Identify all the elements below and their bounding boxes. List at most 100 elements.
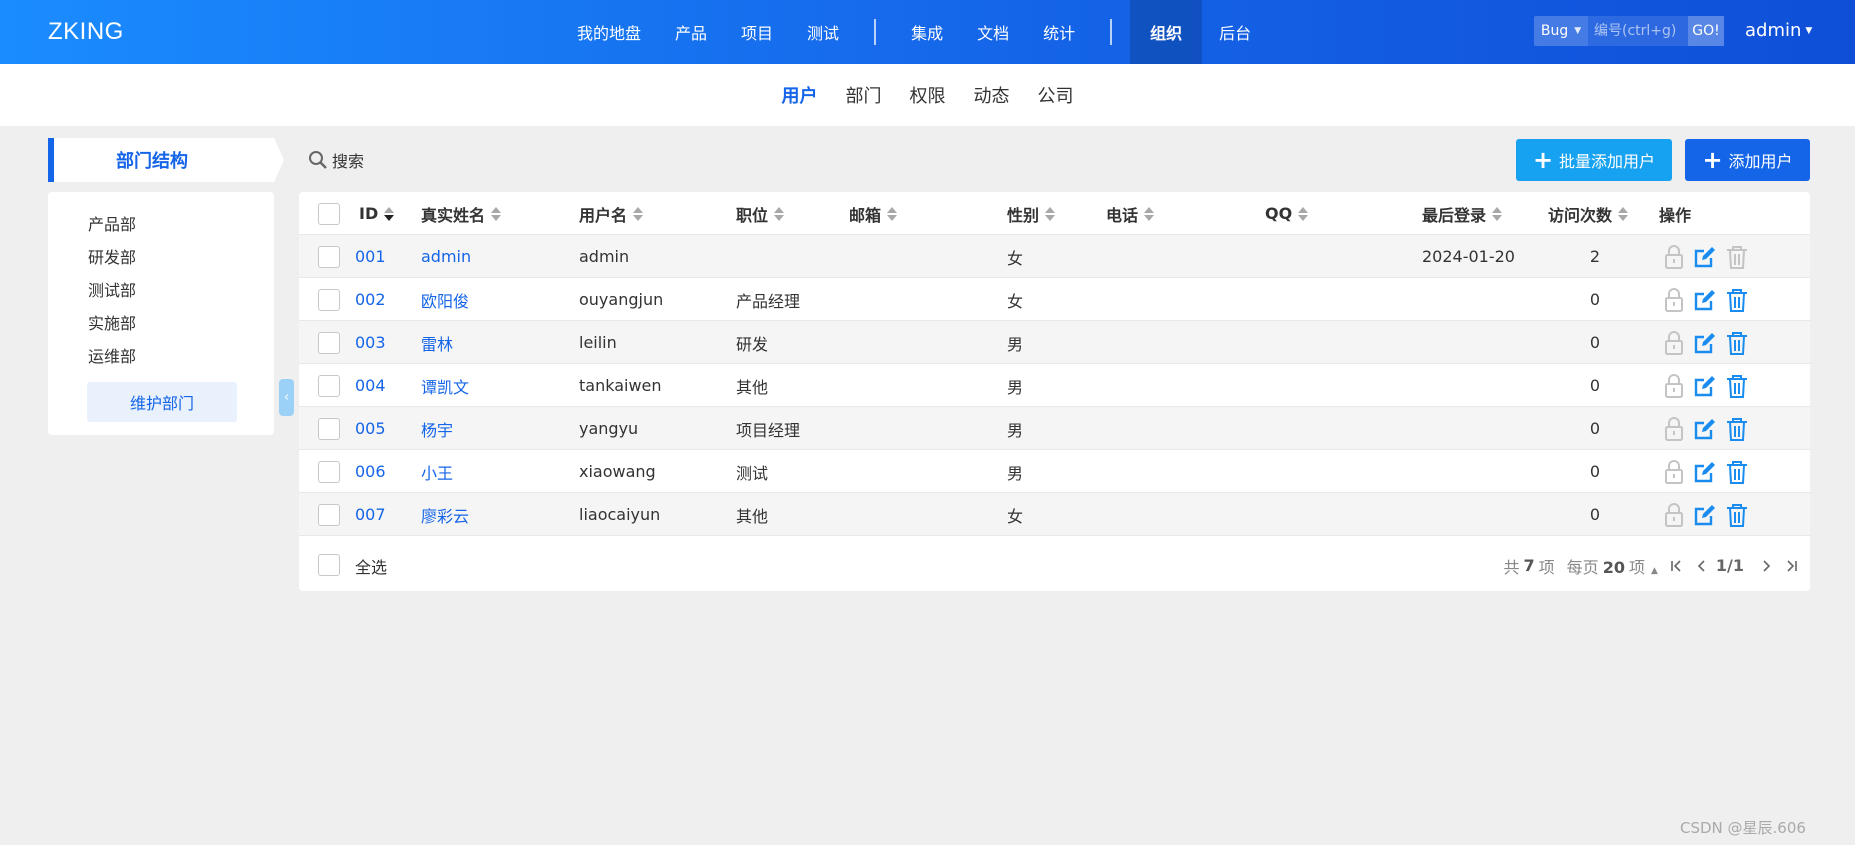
unlock-button[interactable] [1663, 330, 1685, 356]
collapse-sidebar-button[interactable]: ‹ [279, 379, 294, 416]
edit-button[interactable] [1693, 460, 1717, 484]
col-phone[interactable]: 电话 [1106, 192, 1155, 235]
row-checkbox[interactable] [318, 504, 340, 526]
cell-visits: 0 [1589, 376, 1601, 395]
search-toggle[interactable]: 搜索 [308, 148, 364, 172]
nav-company[interactable]: 组织 [1130, 0, 1203, 64]
cell-realname[interactable]: 杨宇 [421, 407, 453, 450]
dept-item[interactable]: 实施部 [88, 310, 136, 334]
nav-doc[interactable]: 文档 [960, 0, 1026, 64]
subnav-company[interactable]: 公司 [1024, 82, 1088, 108]
subnav-dept[interactable]: 部门 [832, 82, 896, 108]
cell-realname[interactable]: 雷林 [421, 321, 453, 364]
edit-button[interactable] [1693, 245, 1717, 269]
prev-page-button[interactable] [1696, 559, 1708, 573]
cell-id[interactable]: 007 [355, 493, 386, 536]
col-role[interactable]: 职位 [736, 192, 785, 235]
dept-item[interactable]: 产品部 [88, 211, 136, 235]
row-checkbox[interactable] [318, 332, 340, 354]
row-checkbox[interactable] [318, 375, 340, 397]
unlock-button[interactable] [1663, 373, 1685, 399]
row-checkbox[interactable] [318, 418, 340, 440]
sub-nav: 用户 部门 权限 动态 公司 [0, 64, 1855, 126]
cell-id[interactable]: 002 [355, 278, 386, 321]
pager-size[interactable]: 每页 20 项 ▲ [1567, 554, 1658, 578]
nav-product[interactable]: 产品 [658, 0, 724, 64]
brand-logo[interactable]: ZKING [48, 18, 124, 46]
col-id[interactable]: ID [359, 192, 395, 235]
cell-id[interactable]: 006 [355, 450, 386, 493]
dept-item[interactable]: 研发部 [88, 244, 136, 268]
col-qq[interactable]: QQ [1265, 192, 1309, 235]
next-page-button[interactable] [1760, 559, 1772, 573]
add-user-button[interactable]: + 添加用户 [1685, 139, 1810, 181]
object-type-select[interactable]: Bug ▼ [1534, 16, 1588, 46]
cell-id[interactable]: 005 [355, 407, 386, 450]
nav-project[interactable]: 项目 [724, 0, 790, 64]
delete-button[interactable] [1725, 502, 1749, 528]
edit-icon [1694, 289, 1715, 310]
nav-test[interactable]: 测试 [790, 0, 856, 64]
user-menu[interactable]: admin ▼ [1745, 20, 1812, 41]
select-all-checkbox[interactable] [318, 554, 340, 576]
cell-realname[interactable]: 欧阳俊 [421, 278, 469, 321]
lock-icon [1665, 459, 1683, 484]
subnav-user[interactable]: 用户 [768, 82, 832, 108]
edit-button[interactable] [1693, 331, 1717, 355]
cell-username: leilin [579, 333, 617, 352]
nav-ci[interactable]: 集成 [894, 0, 960, 64]
row-checkbox[interactable] [318, 246, 340, 268]
nav-report[interactable]: 统计 [1026, 0, 1092, 64]
go-button[interactable]: GO! [1688, 16, 1724, 46]
unlock-button[interactable] [1663, 459, 1685, 485]
search-icon [309, 151, 327, 169]
select-all-checkbox-header[interactable] [318, 203, 340, 225]
subnav-priv[interactable]: 权限 [896, 82, 960, 108]
dept-item[interactable]: 测试部 [88, 277, 136, 301]
cell-realname[interactable]: 谭凯文 [421, 364, 469, 407]
dept-item[interactable]: 运维部 [88, 343, 136, 367]
row-actions [1663, 493, 1749, 536]
select-all-label[interactable]: 全选 [355, 540, 387, 591]
unlock-button[interactable] [1663, 287, 1685, 313]
col-last-login[interactable]: 最后登录 [1422, 192, 1503, 235]
first-page-button[interactable] [1670, 559, 1684, 573]
cell-id[interactable]: 001 [355, 235, 386, 278]
cell-realname[interactable]: admin [421, 235, 471, 278]
col-visits-label: 访问次数 [1548, 205, 1613, 225]
unlock-button[interactable] [1663, 244, 1685, 270]
delete-button[interactable] [1725, 244, 1749, 270]
unlock-button[interactable] [1663, 502, 1685, 528]
delete-button[interactable] [1725, 373, 1749, 399]
delete-button[interactable] [1725, 330, 1749, 356]
edit-button[interactable] [1693, 288, 1717, 312]
row-checkbox[interactable] [318, 461, 340, 483]
object-id-input[interactable] [1588, 16, 1688, 46]
row-checkbox[interactable] [318, 289, 340, 311]
batch-add-user-button[interactable]: + 批量添加用户 [1516, 139, 1672, 181]
col-username[interactable]: 用户名 [579, 192, 644, 235]
cell-realname[interactable]: 小王 [421, 450, 453, 493]
col-realname[interactable]: 真实姓名 [421, 192, 502, 235]
subnav-dynamic[interactable]: 动态 [960, 82, 1024, 108]
cell-id[interactable]: 004 [355, 364, 386, 407]
cell-realname[interactable]: 廖彩云 [421, 493, 469, 536]
edit-button[interactable] [1693, 417, 1717, 441]
nav-my[interactable]: 我的地盘 [560, 0, 658, 64]
nav-admin[interactable]: 后台 [1202, 0, 1268, 64]
cell-gender: 女 [1007, 291, 1024, 311]
edit-button[interactable] [1693, 503, 1717, 527]
last-page-button[interactable] [1784, 559, 1798, 573]
unlock-button[interactable] [1663, 416, 1685, 442]
delete-button[interactable] [1725, 459, 1749, 485]
delete-button[interactable] [1725, 287, 1749, 313]
table-row: 007 廖彩云 liaocaiyun 其他 女 0 [299, 493, 1810, 536]
col-visits[interactable]: 访问次数 [1548, 192, 1629, 235]
col-gender[interactable]: 性别 [1007, 192, 1056, 235]
col-actions: 操作 [1659, 205, 1692, 225]
delete-button[interactable] [1725, 416, 1749, 442]
edit-button[interactable] [1693, 374, 1717, 398]
maintain-dept-button[interactable]: 维护部门 [87, 382, 237, 422]
cell-id[interactable]: 003 [355, 321, 386, 364]
col-email[interactable]: 邮箱 [849, 192, 898, 235]
